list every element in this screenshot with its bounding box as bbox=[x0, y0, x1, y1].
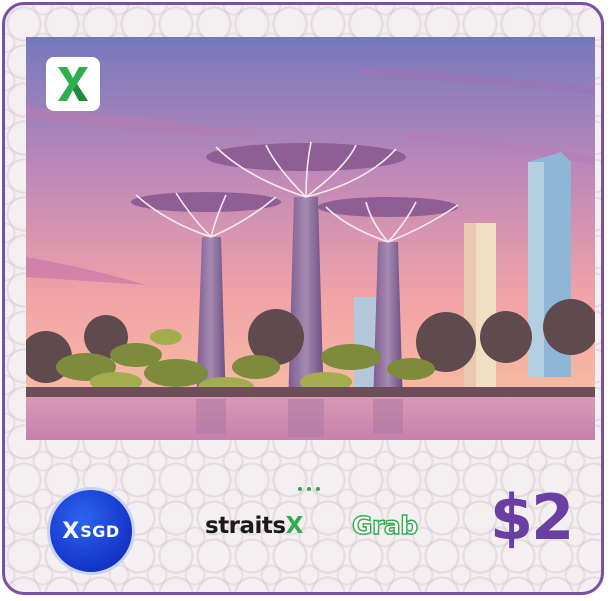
xsgd-prefix: X bbox=[62, 518, 80, 544]
card-amount: $2 bbox=[490, 481, 574, 554]
gift-card[interactable]: X SGD straitsX Grab $2 bbox=[2, 2, 604, 595]
xsgd-token-icon: X SGD bbox=[50, 490, 132, 572]
carousel-dots[interactable] bbox=[298, 487, 320, 491]
xsgd-label: SGD bbox=[80, 521, 120, 541]
carousel-dot[interactable] bbox=[307, 487, 311, 491]
straitsx-logo-badge bbox=[46, 57, 100, 111]
straitsx-wordmark: straitsX bbox=[205, 513, 303, 539]
grab-wordmark: Grab bbox=[351, 510, 419, 540]
straitsx-wordmark-main: straits bbox=[205, 513, 286, 539]
supertree-scene-image bbox=[26, 37, 595, 440]
straitsx-x-logo-icon bbox=[58, 67, 88, 101]
straitsx-wordmark-x: X bbox=[285, 513, 304, 539]
carousel-dot[interactable] bbox=[298, 487, 302, 491]
carousel-dot[interactable] bbox=[316, 487, 320, 491]
